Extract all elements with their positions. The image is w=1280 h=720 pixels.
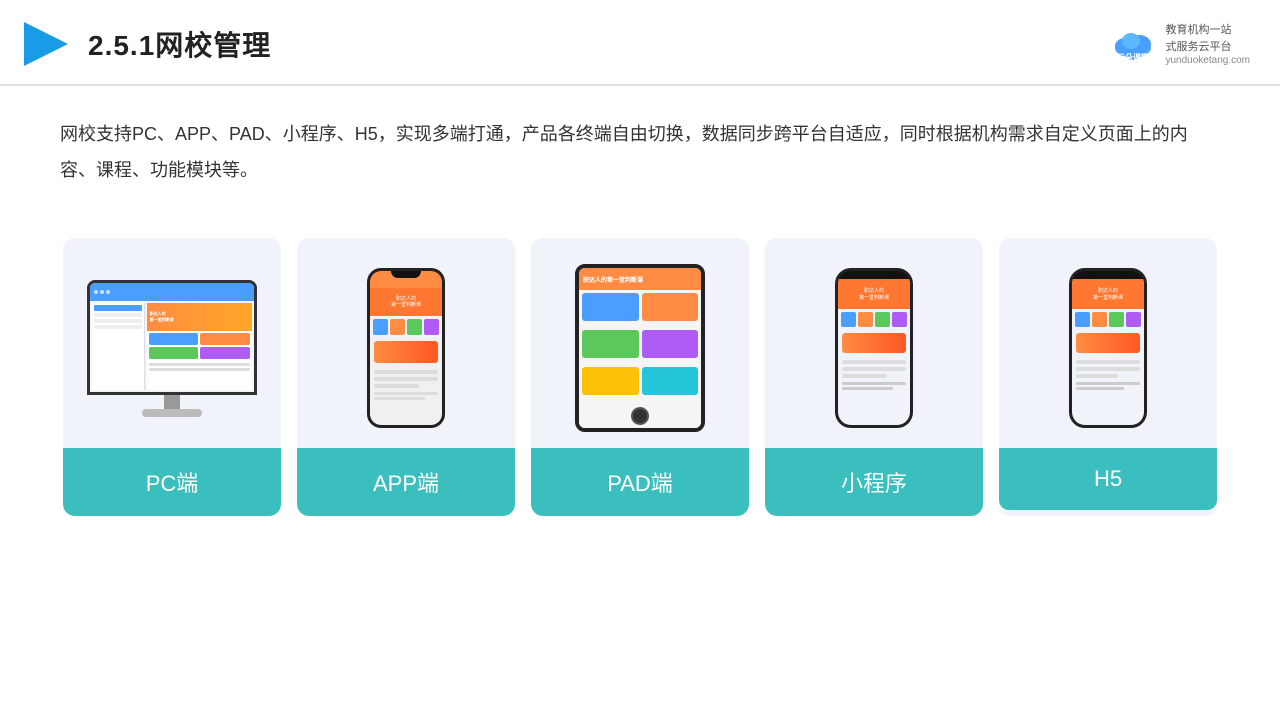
svg-text:云朵课堂: 云朵课堂 — [1117, 52, 1149, 62]
app-phone-mockup: 职达人的第一堂判断课 — [367, 268, 445, 428]
h5-phone-mockup: 职达人的第一堂判断课 — [1069, 268, 1147, 428]
logo-slogan: 教育机构一站式服务云平台 — [1165, 22, 1231, 55]
play-icon — [20, 18, 72, 70]
header-left: 2.5.1网校管理 — [20, 18, 271, 70]
description-text: 网校支持PC、APP、PAD、小程序、H5，实现多端打通，产品各终端自由切换，数… — [0, 86, 1280, 198]
app-image-area: 职达人的第一堂判断课 — [297, 238, 515, 448]
app-card: 职达人的第一堂判断课 — [297, 238, 515, 516]
mini-card: 职达人的第一堂判断课 — [765, 238, 983, 516]
pc-card-label: PC端 — [63, 448, 281, 516]
mini-phone-mockup: 职达人的第一堂判断课 — [835, 268, 913, 428]
app-card-label: APP端 — [297, 448, 515, 516]
pad-image-area: 职达人的第一堂判断课 — [531, 238, 749, 448]
pad-card: 职达人的第一堂判断课 PAD端 — [531, 238, 749, 516]
h5-card-label: H5 — [999, 448, 1217, 510]
pad-card-label: PAD端 — [531, 448, 749, 516]
pc-monitor-mockup: 职达人的第一堂判断课 — [87, 280, 257, 417]
pc-card: 职达人的第一堂判断课 — [63, 238, 281, 516]
cloud-logo-icon: 云朵课堂 — [1109, 26, 1157, 62]
mini-card-label: 小程序 — [765, 448, 983, 516]
header: 2.5.1网校管理 云朵课堂 教育机构一站式服务云平台 yunduoketang… — [0, 0, 1280, 86]
h5-image-area: 职达人的第一堂判断课 — [999, 238, 1217, 448]
platform-cards: 职达人的第一堂判断课 — [0, 208, 1280, 536]
h5-card: 职达人的第一堂判断课 — [999, 238, 1217, 516]
logo-area: 云朵课堂 教育机构一站式服务云平台 yunduoketang.com — [1109, 22, 1250, 66]
logo-text: 教育机构一站式服务云平台 yunduoketang.com — [1165, 22, 1250, 66]
mini-image-area: 职达人的第一堂判断课 — [765, 238, 983, 448]
logo-domain: yunduoketang.com — [1165, 55, 1250, 66]
pad-tablet-mockup: 职达人的第一堂判断课 — [575, 264, 705, 432]
pc-image-area: 职达人的第一堂判断课 — [63, 238, 281, 448]
page-title: 2.5.1网校管理 — [88, 24, 271, 64]
